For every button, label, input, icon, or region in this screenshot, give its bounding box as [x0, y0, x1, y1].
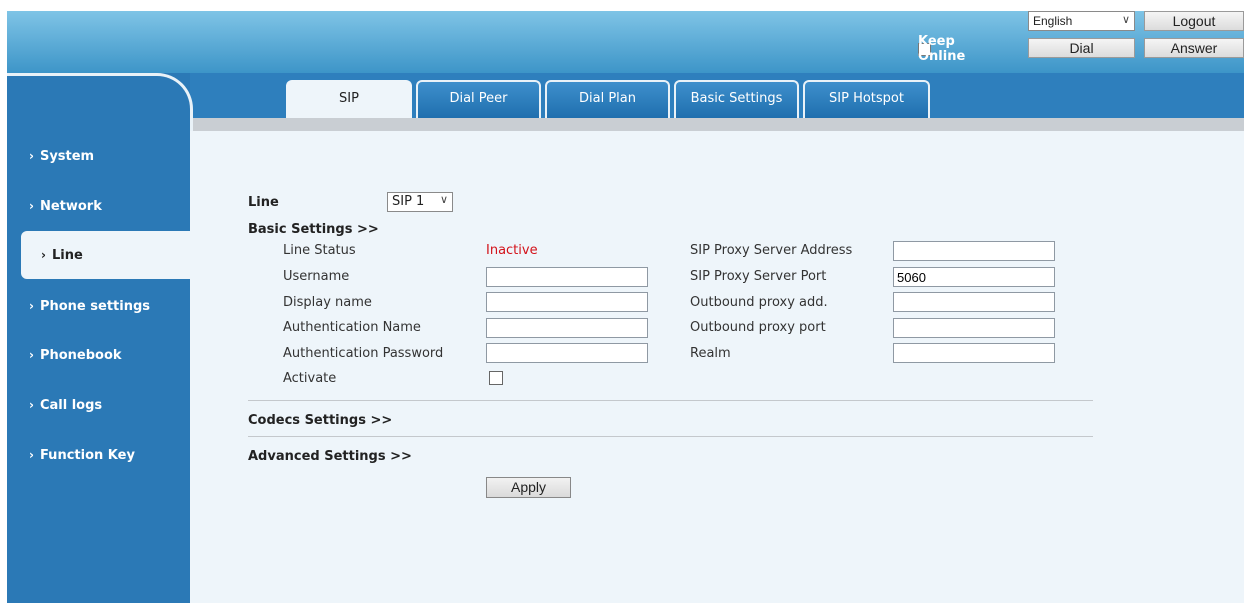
- advanced-settings-header[interactable]: Advanced Settings >>: [248, 449, 412, 464]
- outbound-add-label: Outbound proxy add.: [690, 295, 828, 310]
- tab-sip[interactable]: SIP: [286, 80, 412, 118]
- chevron-right-icon: ›: [29, 299, 34, 313]
- sidebar-item-label: Phonebook: [39, 348, 122, 363]
- tab-basic-settings[interactable]: Basic Settings: [674, 80, 799, 118]
- chevron-right-icon: ›: [29, 348, 34, 362]
- basic-settings-header[interactable]: Basic Settings >>: [248, 222, 379, 237]
- codecs-settings-header[interactable]: Codecs Settings >>: [248, 413, 392, 428]
- chevron-right-icon: ›: [29, 149, 34, 163]
- sidebar-item-phonebook[interactable]: › Phonebook: [7, 335, 190, 375]
- realm-input[interactable]: [893, 343, 1055, 363]
- outbound-add-input[interactable]: [893, 292, 1055, 312]
- divider: [248, 436, 1093, 437]
- auth-password-input[interactable]: [486, 343, 648, 363]
- chevron-down-icon: ∨: [1121, 14, 1130, 26]
- line-status-value: Inactive: [486, 243, 538, 258]
- sidebar-item-line[interactable]: › Line: [21, 231, 193, 279]
- language-value: English: [1033, 14, 1073, 28]
- sidebar-item-label: Line: [51, 248, 83, 263]
- logout-button[interactable]: Logout: [1144, 11, 1244, 31]
- sidebar-item-system[interactable]: › System: [7, 136, 190, 176]
- sidebar-curve: [7, 73, 193, 133]
- activate-checkbox[interactable]: [489, 371, 503, 385]
- chevron-right-icon: ›: [29, 448, 34, 462]
- chevron-right-icon: ›: [41, 248, 46, 262]
- proxy-port-label: SIP Proxy Server Port: [690, 269, 827, 284]
- sidebar-item-label: Phone settings: [39, 299, 151, 314]
- sidebar-item-function-key[interactable]: › Function Key: [7, 435, 190, 475]
- divider: [248, 400, 1093, 401]
- line-status-label: Line Status: [283, 243, 356, 258]
- line-label: Line: [248, 195, 279, 210]
- answer-button[interactable]: Answer: [1144, 38, 1244, 58]
- display-name-input[interactable]: [486, 292, 648, 312]
- sidebar-item-label: Network: [39, 199, 102, 214]
- keep-online-label: Keep Online: [918, 34, 966, 64]
- proxy-address-input[interactable]: [893, 241, 1055, 261]
- outbound-port-input[interactable]: [893, 318, 1055, 338]
- display-name-label: Display name: [283, 295, 372, 310]
- tab-underline-bar: [190, 118, 1244, 131]
- realm-label: Realm: [690, 346, 731, 361]
- sidebar-item-label: System: [39, 149, 95, 164]
- proxy-address-label: SIP Proxy Server Address: [690, 243, 853, 258]
- activate-label: Activate: [283, 371, 337, 386]
- keep-online-toggle[interactable]: Keep Online: [918, 34, 965, 64]
- language-select[interactable]: English ∨: [1028, 11, 1135, 31]
- username-label: Username: [283, 269, 350, 284]
- sidebar-item-label: Function Key: [39, 448, 135, 463]
- tab-dial-peer[interactable]: Dial Peer: [416, 80, 541, 118]
- chevron-right-icon: ›: [29, 199, 34, 213]
- sidebar-item-network[interactable]: › Network: [7, 186, 190, 226]
- username-input[interactable]: [486, 267, 648, 287]
- outbound-port-label: Outbound proxy port: [690, 320, 826, 335]
- dial-button[interactable]: Dial: [1028, 38, 1135, 58]
- proxy-port-input[interactable]: [893, 267, 1055, 287]
- sidebar-item-call-logs[interactable]: › Call logs: [7, 385, 190, 425]
- sidebar-item-label: Call logs: [39, 398, 103, 413]
- auth-name-label: Authentication Name: [283, 320, 421, 335]
- sidebar-item-phone-settings[interactable]: › Phone settings: [7, 286, 190, 326]
- tab-dial-plan[interactable]: Dial Plan: [545, 80, 670, 118]
- line-select[interactable]: SIP 1 ∨: [387, 192, 453, 212]
- tab-sip-hotspot[interactable]: SIP Hotspot: [803, 80, 930, 118]
- auth-password-label: Authentication Password: [283, 346, 444, 361]
- apply-button[interactable]: Apply: [486, 477, 571, 498]
- main-content: [190, 131, 1244, 603]
- auth-name-input[interactable]: [486, 318, 648, 338]
- chevron-right-icon: ›: [29, 398, 34, 412]
- chevron-down-icon: ∨: [439, 193, 448, 206]
- line-select-value: SIP 1: [392, 194, 425, 209]
